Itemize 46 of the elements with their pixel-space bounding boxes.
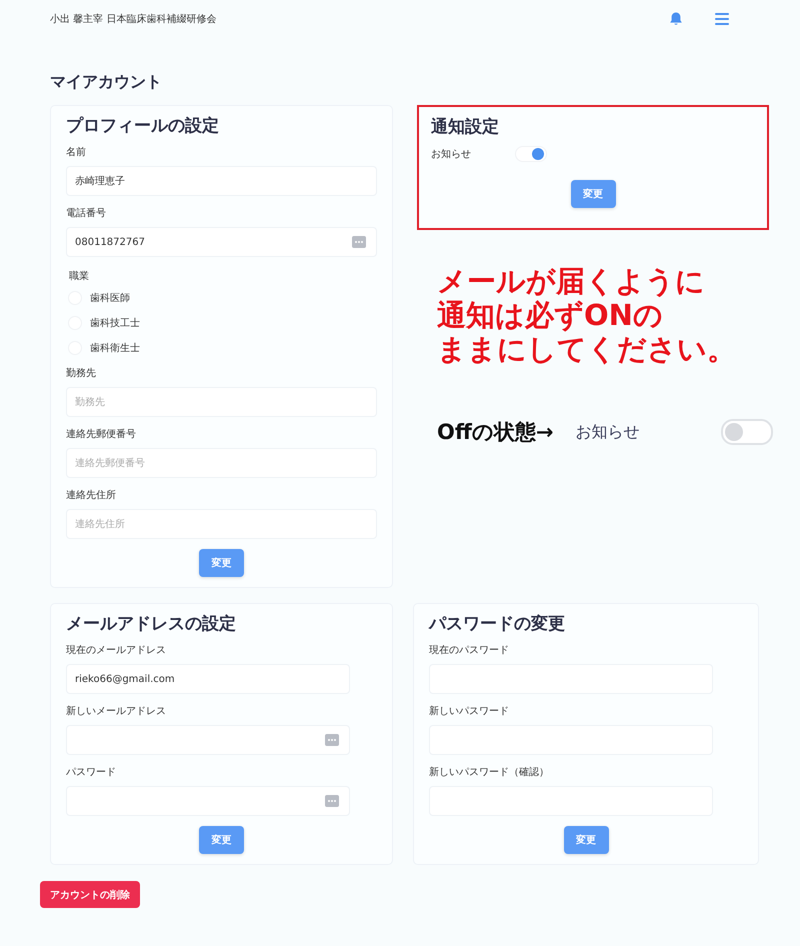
submit-button[interactable]: 変更	[199, 826, 244, 854]
field-label: 現在のパスワード	[429, 644, 510, 657]
input-field[interactable]: 赤崎理恵子	[66, 166, 377, 196]
submit-button[interactable]: 変更	[199, 549, 244, 577]
field-label: 新しいパスワード（確認）	[429, 766, 550, 779]
field-label: 名前	[66, 146, 87, 159]
autofill-icon[interactable]	[325, 795, 339, 807]
field-label: パスワード	[66, 766, 117, 779]
radio-label[interactable]: 歯科衛生士	[90, 340, 140, 354]
toggle-label: お知らせ	[575, 422, 640, 442]
card-title: メールアドレスの設定	[66, 613, 237, 635]
input-field[interactable]	[66, 786, 350, 816]
user-name: 小出 馨主宰 日本臨床歯科補綴研修会	[50, 12, 216, 26]
annotation-text: ままにしてください。	[437, 332, 737, 366]
annotation-caption: Offの状態→	[437, 419, 554, 446]
menu-icon[interactable]	[714, 12, 730, 26]
toggle-switch[interactable]	[515, 146, 547, 162]
annotation-text: メールが届くように	[437, 264, 706, 298]
field-label: 連絡先郵便番号	[66, 428, 137, 441]
field-label: 勤務先	[66, 366, 97, 380]
radio-label[interactable]: 歯科医師	[90, 290, 130, 304]
delete-account-button[interactable]: アカウントの削除	[40, 881, 140, 908]
input-field[interactable]: 勤務先	[66, 387, 377, 417]
field-label: 新しいメールアドレス	[66, 704, 167, 718]
field-label: 連絡先住所	[66, 488, 117, 502]
field-label: 現在のメールアドレス	[66, 644, 167, 657]
field-label: 新しいパスワード	[429, 704, 510, 718]
card-title: 通知設定	[431, 116, 500, 138]
input-field[interactable]: rieko66@gmail.com	[66, 664, 350, 694]
field-label: 電話番号	[66, 206, 107, 220]
bell-icon[interactable]	[668, 11, 684, 27]
autofill-icon[interactable]	[325, 734, 339, 746]
toggle-label: お知らせ	[431, 148, 472, 161]
card-title: パスワードの変更	[429, 613, 566, 635]
input-field[interactable]: 連絡先住所	[66, 509, 377, 539]
annotation-text: 通知は必ずONの	[437, 298, 664, 332]
input-field[interactable]: 連絡先郵便番号	[66, 448, 377, 478]
autofill-icon[interactable]	[352, 236, 366, 248]
field-label: 職業	[69, 270, 90, 283]
input-field[interactable]: 08011872767	[66, 227, 377, 257]
submit-button[interactable]: 変更	[564, 826, 608, 854]
card-title: プロフィールの設定	[66, 115, 220, 137]
input-field[interactable]	[66, 725, 350, 755]
submit-button[interactable]: 変更	[570, 180, 616, 208]
radio-label[interactable]: 歯科技工士	[90, 316, 140, 330]
page-title: マイアカウント	[50, 72, 163, 93]
